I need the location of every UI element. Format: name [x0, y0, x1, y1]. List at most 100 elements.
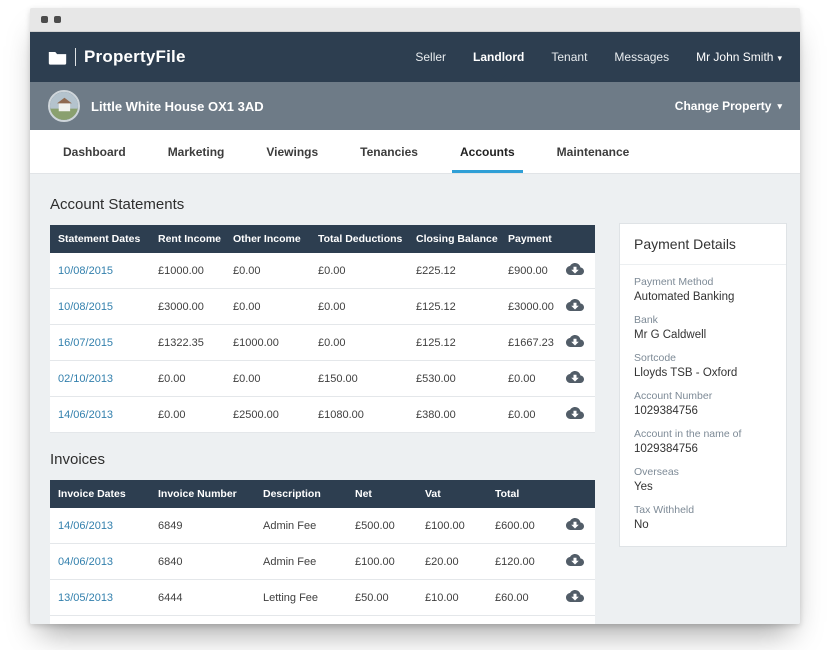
download-cloud-icon[interactable] [566, 553, 584, 567]
tab-maintenance[interactable]: Maintenance [536, 130, 651, 173]
tab-marketing[interactable]: Marketing [147, 130, 246, 173]
column-header: Vat [417, 480, 487, 508]
column-header: Total [487, 480, 555, 508]
field-label: Overseas [634, 466, 772, 478]
tab-tenancies[interactable]: Tenancies [339, 130, 439, 173]
property-title: Little White House OX1 3AD [91, 99, 264, 114]
download-cloud-icon[interactable] [566, 334, 584, 348]
nav-seller[interactable]: Seller [415, 44, 446, 70]
table-cell: £500.00 [347, 508, 417, 544]
tables-column: Account Statements Statement Dates Rent … [50, 188, 595, 610]
table-cell: £0.00 [150, 397, 225, 433]
field-value: 1029384756 [634, 443, 772, 455]
table-cell: 04/06/2013 [50, 544, 150, 580]
payment-details-title: Payment Details [620, 224, 786, 265]
download-cloud-icon[interactable] [566, 298, 584, 312]
table-cell: Admin Fee [255, 508, 347, 544]
change-property-button[interactable]: Change Property▾ [675, 99, 782, 113]
payment-detail-field: OverseasYes [634, 466, 772, 493]
table-cell: 13/05/2013 [50, 580, 150, 616]
payment-details-body: Payment MethodAutomated BankingBankMr G … [620, 265, 786, 546]
table-cell: £100.00 [347, 616, 417, 625]
date-link[interactable]: 10/08/2015 [58, 301, 113, 313]
download-cloud-icon[interactable] [566, 406, 584, 420]
date-link[interactable]: 10/08/2015 [58, 265, 113, 277]
payment-detail-field: SortcodeLloyds TSB - Oxford [634, 352, 772, 379]
chevron-down-icon: ▾ [777, 101, 782, 112]
table-cell: £0.00 [225, 361, 310, 397]
statements-table-header: Statement Dates Rent Income Other Income… [50, 225, 595, 253]
payment-detail-field: Account in the name of1029384756 [634, 428, 772, 455]
table-cell-actions [555, 253, 595, 289]
top-nav-bar: PropertyFile Seller Landlord Tenant Mess… [30, 32, 800, 82]
nav-messages[interactable]: Messages [614, 44, 669, 70]
column-header: Payment [500, 225, 555, 253]
date-link[interactable]: 14/06/2013 [58, 409, 113, 421]
table-cell: £20.00 [417, 616, 487, 625]
date-link[interactable]: 02/10/2013 [58, 373, 113, 385]
column-header: Description [255, 480, 347, 508]
table-cell: £1322.35 [150, 325, 225, 361]
invoice-row: 13/05/20136444Letting Fee£50.00£10.00£60… [50, 580, 595, 616]
statements-table: Statement Dates Rent Income Other Income… [50, 225, 595, 433]
table-cell-actions [555, 544, 595, 580]
statement-row: 14/06/2013£0.00£2500.00£1080.00£380.00£0… [50, 397, 595, 433]
tab-accounts[interactable]: Accounts [439, 130, 536, 173]
field-value: Automated Banking [634, 291, 772, 303]
statement-row: 10/08/2015£1000.00£0.00£0.00£225.12£900.… [50, 253, 595, 289]
download-cloud-icon[interactable] [566, 262, 584, 276]
column-header-actions [555, 480, 595, 508]
table-cell: 14/06/2013 [50, 397, 150, 433]
sidebar-column: Payment Details Payment MethodAutomated … [619, 223, 787, 610]
download-cloud-icon[interactable] [566, 589, 584, 603]
app-window: PropertyFile Seller Landlord Tenant Mess… [30, 8, 800, 624]
window-control-dot[interactable] [41, 16, 48, 23]
column-header: Total Deductions [310, 225, 408, 253]
date-link[interactable]: 14/06/2013 [58, 520, 113, 532]
statements-section-title: Account Statements [50, 196, 595, 213]
table-cell: £600.00 [487, 508, 555, 544]
tab-viewings[interactable]: Viewings [245, 130, 339, 173]
table-cell: 6443 [150, 616, 255, 625]
column-header: Closing Balance [408, 225, 500, 253]
property-bar: Little White House OX1 3AD Change Proper… [30, 82, 800, 130]
table-cell: 13/05/2013 [50, 616, 150, 625]
table-cell: £0.00 [150, 361, 225, 397]
brand: PropertyFile [48, 47, 186, 67]
field-label: Sortcode [634, 352, 772, 364]
table-cell: Admin Fee [255, 544, 347, 580]
table-cell: £125.12 [408, 289, 500, 325]
table-cell-actions [555, 580, 595, 616]
table-cell: £120.00 [487, 544, 555, 580]
payment-details-card: Payment Details Payment MethodAutomated … [619, 223, 787, 547]
window-control-dot[interactable] [54, 16, 61, 23]
table-cell: Letting Fee [255, 580, 347, 616]
invoice-row: 13/05/20136443Admin Fee£100.00£20.00£120… [50, 616, 595, 625]
table-cell: £1080.00 [310, 397, 408, 433]
column-header: Invoice Number [150, 480, 255, 508]
table-cell: £100.00 [347, 544, 417, 580]
brand-divider [75, 48, 76, 66]
table-cell: £1667.23 [500, 325, 555, 361]
column-header-actions [555, 225, 595, 253]
nav-tenant[interactable]: Tenant [551, 44, 587, 70]
table-cell: £0.00 [225, 253, 310, 289]
top-nav: Seller Landlord Tenant Messages Mr John … [415, 44, 782, 70]
date-link[interactable]: 04/06/2013 [58, 556, 113, 568]
date-link[interactable]: 13/05/2013 [58, 592, 113, 604]
table-cell: £60.00 [487, 580, 555, 616]
table-cell: £120.00 [487, 616, 555, 625]
table-cell: 10/08/2015 [50, 253, 150, 289]
column-header: Net [347, 480, 417, 508]
table-cell: £3000.00 [150, 289, 225, 325]
tab-dashboard[interactable]: Dashboard [42, 130, 147, 173]
download-cloud-icon[interactable] [566, 370, 584, 384]
nav-landlord[interactable]: Landlord [473, 44, 524, 70]
date-link[interactable]: 16/07/2015 [58, 337, 113, 349]
table-cell: £2500.00 [225, 397, 310, 433]
download-cloud-icon[interactable] [566, 517, 584, 531]
user-menu[interactable]: Mr John Smith▾ [696, 44, 782, 70]
payment-detail-field: Account Number1029384756 [634, 390, 772, 417]
table-cell: £0.00 [310, 289, 408, 325]
window-chrome [30, 8, 800, 32]
